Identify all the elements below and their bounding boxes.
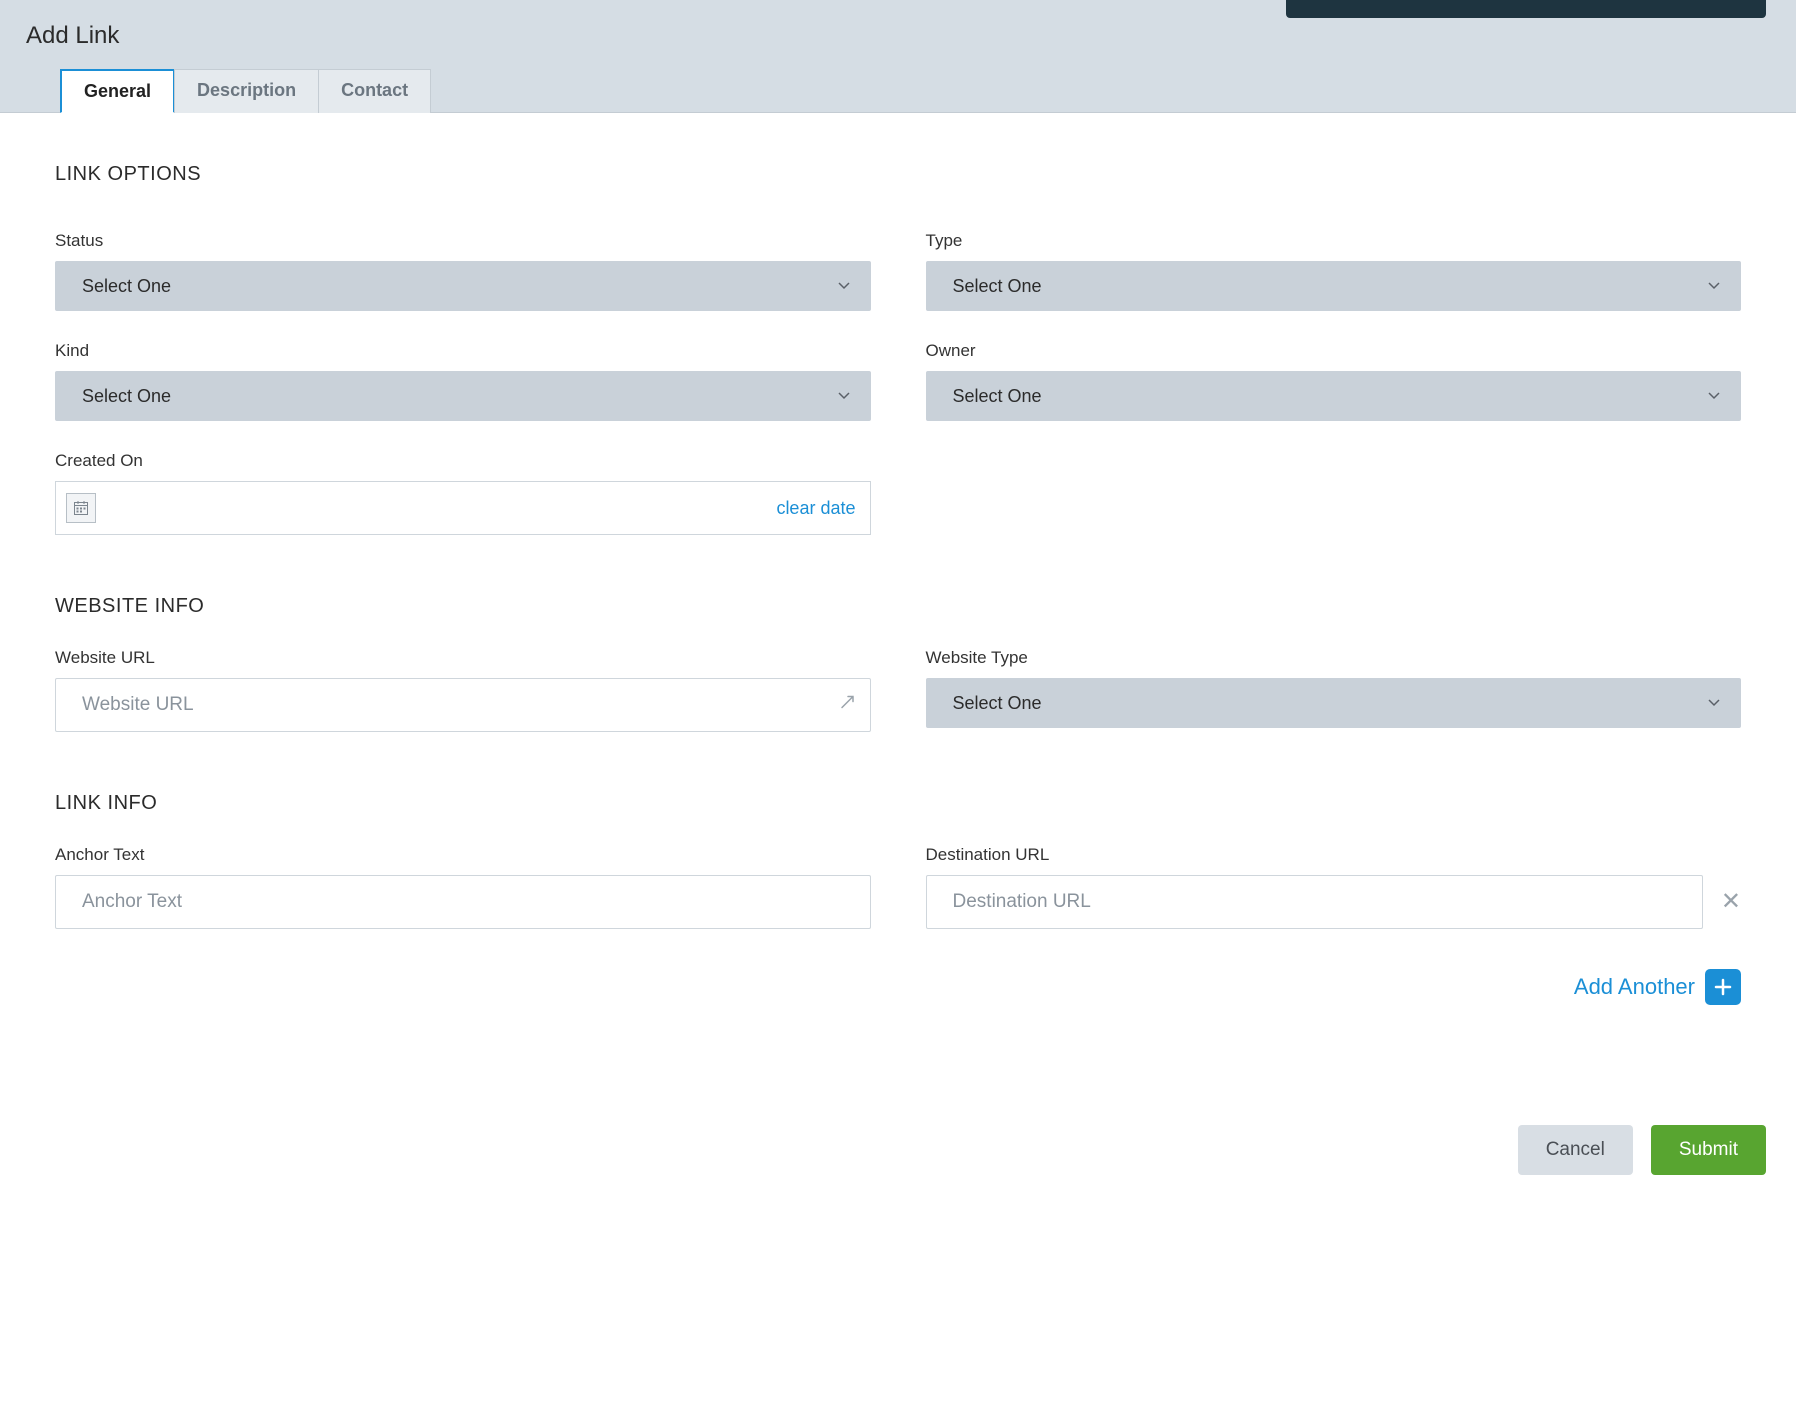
select-type-value: Select One	[953, 276, 1042, 297]
submit-button[interactable]: Submit	[1651, 1125, 1766, 1175]
chevron-down-icon	[838, 282, 850, 290]
section-link-options-title: LINK OPTIONS	[55, 163, 1741, 186]
input-website-url[interactable]	[55, 678, 871, 732]
label-type: Type	[926, 231, 1742, 251]
select-kind[interactable]: Select One	[55, 371, 871, 421]
plus-icon[interactable]	[1705, 969, 1741, 1005]
select-type[interactable]: Select One	[926, 261, 1742, 311]
close-icon[interactable]: ✕	[1721, 890, 1741, 914]
section-link-info-title: LINK INFO	[55, 792, 1741, 815]
label-website-type: Website Type	[926, 648, 1742, 668]
label-destination-url: Destination URL	[926, 845, 1742, 865]
calendar-icon	[66, 493, 96, 523]
tab-general[interactable]: General	[60, 69, 175, 113]
label-kind: Kind	[55, 341, 871, 361]
clear-date-link[interactable]: clear date	[776, 498, 855, 519]
select-kind-value: Select One	[82, 386, 171, 407]
cancel-button-label: Cancel	[1546, 1139, 1605, 1161]
tab-list: General Description Contact	[0, 69, 1796, 113]
chevron-down-icon	[1708, 392, 1720, 400]
header-bar: Add Link General Description Contact	[0, 0, 1796, 113]
label-anchor-text: Anchor Text	[55, 845, 871, 865]
page-title: Add Link	[0, 22, 1796, 68]
tab-label: Contact	[341, 80, 408, 100]
section-website-info-title: WEBSITE INFO	[55, 595, 1741, 618]
form-body: LINK OPTIONS Status Select One Type Sele…	[0, 113, 1796, 1035]
add-another-row: Add Another	[55, 969, 1741, 1005]
tab-contact[interactable]: Contact	[318, 69, 431, 113]
chevron-down-icon	[1708, 282, 1720, 290]
footer-bar: Cancel Submit	[0, 1095, 1796, 1195]
tab-description[interactable]: Description	[174, 69, 319, 113]
input-anchor-text[interactable]	[55, 875, 871, 929]
external-link-icon	[839, 694, 857, 717]
input-destination-url[interactable]	[926, 875, 1703, 929]
date-created-on[interactable]: clear date	[55, 481, 871, 535]
select-website-type[interactable]: Select One	[926, 678, 1742, 728]
chevron-down-icon	[1708, 699, 1720, 707]
label-owner: Owner	[926, 341, 1742, 361]
chevron-down-icon	[838, 392, 850, 400]
add-another-link[interactable]: Add Another	[1574, 974, 1695, 1000]
submit-button-label: Submit	[1679, 1139, 1738, 1161]
tab-label: General	[84, 81, 151, 101]
label-website-url: Website URL	[55, 648, 871, 668]
select-status[interactable]: Select One	[55, 261, 871, 311]
select-owner[interactable]: Select One	[926, 371, 1742, 421]
select-owner-value: Select One	[953, 386, 1042, 407]
dark-strip	[1286, 0, 1766, 18]
select-website-type-value: Select One	[953, 693, 1042, 714]
tab-label: Description	[197, 80, 296, 100]
label-status: Status	[55, 231, 871, 251]
select-status-value: Select One	[82, 276, 171, 297]
cancel-button[interactable]: Cancel	[1518, 1125, 1633, 1175]
label-created-on: Created On	[55, 451, 871, 471]
